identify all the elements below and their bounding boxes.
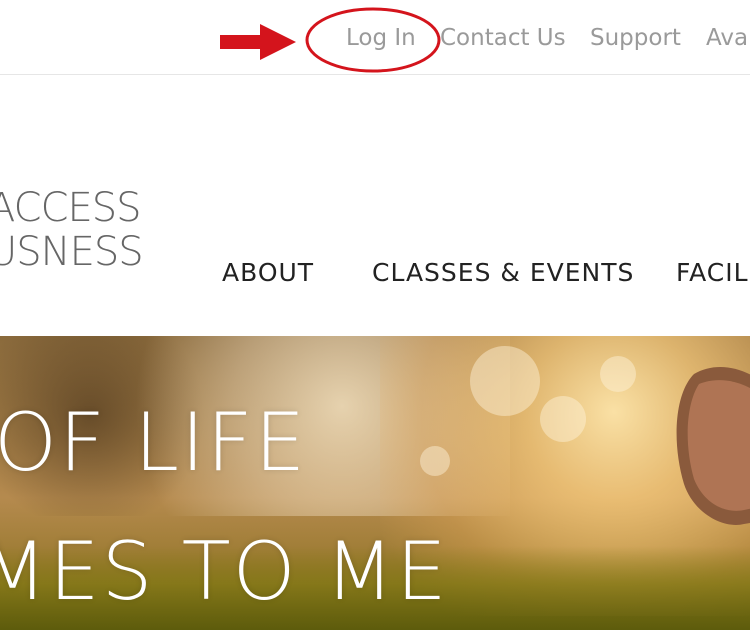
arrow-right-icon (220, 24, 296, 60)
support-link[interactable]: Support (590, 24, 681, 52)
nav-facilities[interactable]: FACIL (676, 258, 749, 288)
top-utility-bar: Log In Contact Us Support Ava (0, 0, 750, 75)
login-link[interactable]: Log In (346, 24, 416, 52)
hero-banner: OF LIFE MES TO ME (0, 336, 750, 630)
availability-link[interactable]: Ava (706, 24, 748, 52)
shoe-image (676, 366, 750, 525)
logo-line-2: USNESS (0, 229, 144, 275)
nav-about[interactable]: ABOUT (222, 258, 314, 288)
nav-classes-events[interactable]: CLASSES & EVENTS (372, 258, 634, 288)
logo-line-1: ACCESS (0, 185, 142, 231)
contact-us-link[interactable]: Contact Us (440, 24, 566, 52)
hero-headline-line-1: OF LIFE (0, 396, 308, 489)
hero-headline-line-2: MES TO ME (0, 525, 449, 618)
